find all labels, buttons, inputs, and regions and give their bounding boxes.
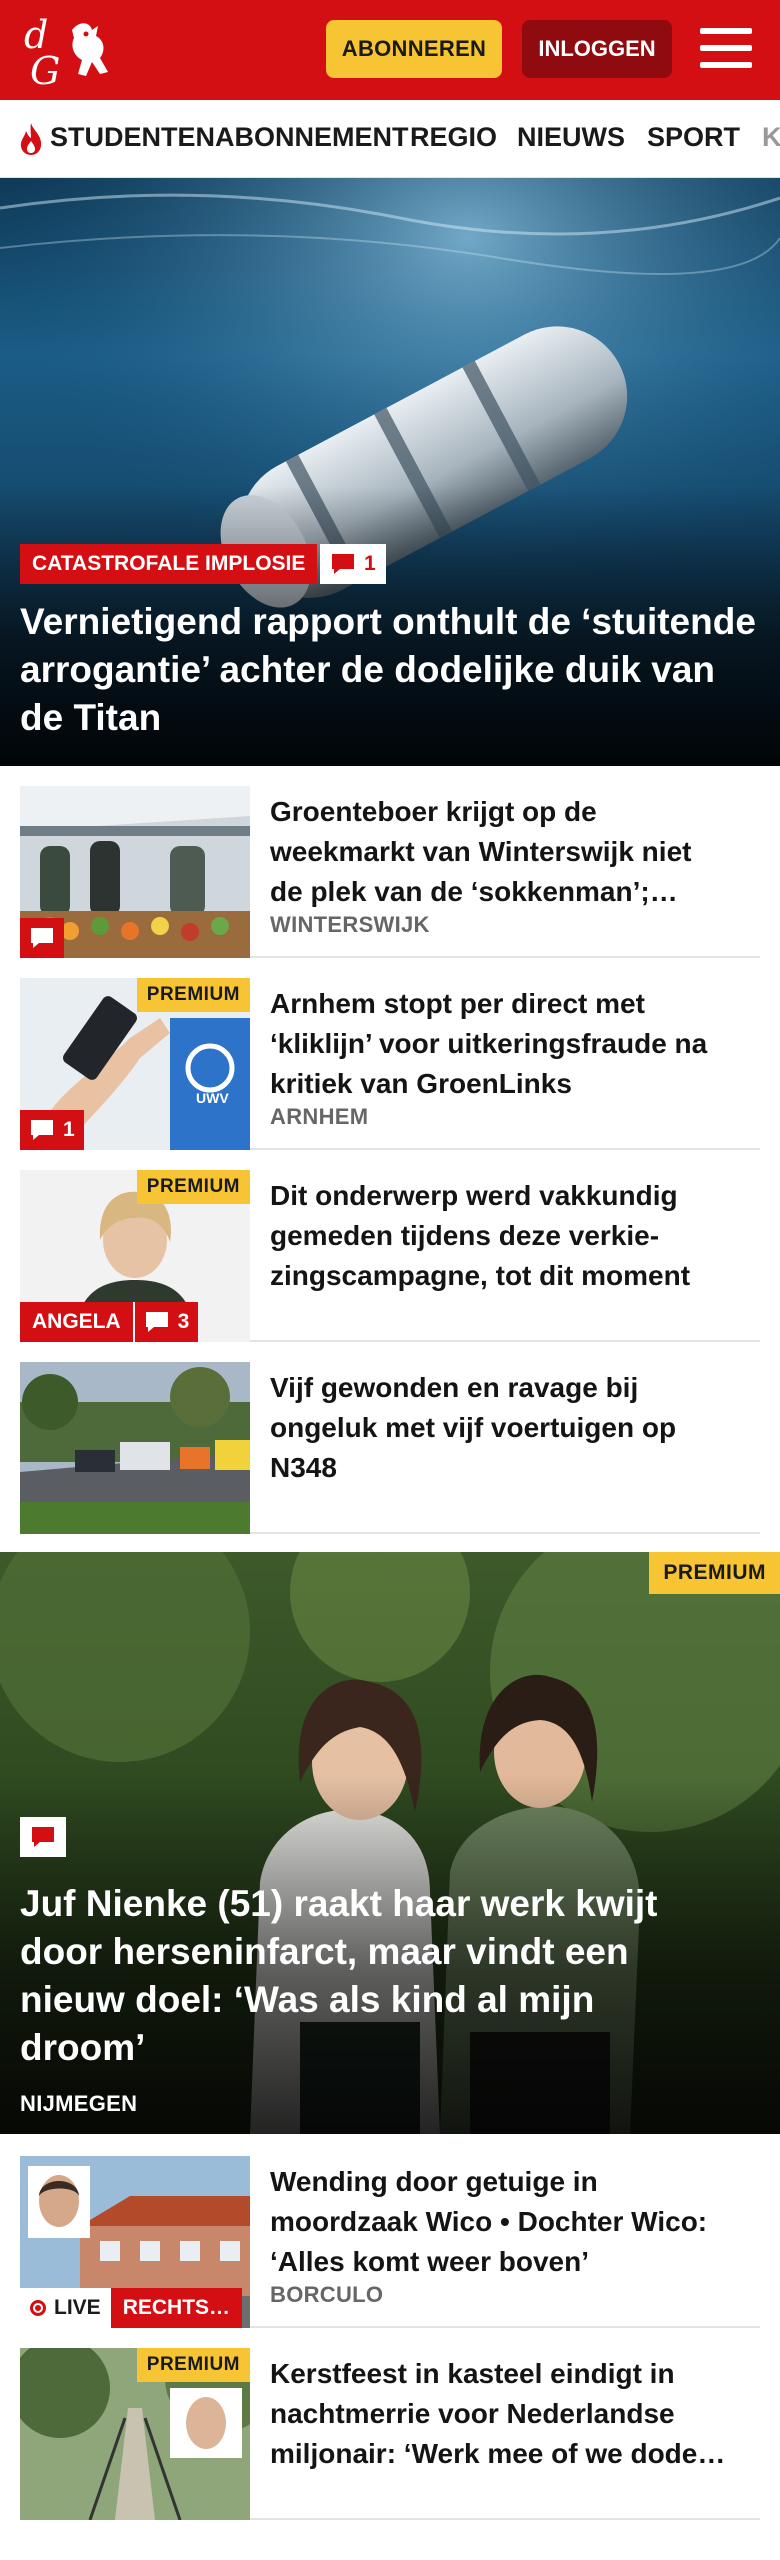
login-button[interactable]: INLOGGEN	[522, 20, 672, 78]
comment-icon	[145, 1312, 168, 1332]
dg-logo[interactable]: d G	[20, 10, 120, 90]
nav-item-sport[interactable]: SPORT	[647, 122, 740, 153]
premium-badge: PREMIUM	[649, 1552, 780, 1594]
article-thumbnail: UWV PREMIUM 1	[20, 978, 250, 1150]
accident-image	[20, 1362, 250, 1534]
article-title[interactable]: Kerstfeest in kasteel eindigt in nachtme…	[270, 2354, 760, 2474]
comment-icon	[31, 1120, 53, 1140]
article-thumbnail: PREMIUM ANGELA 3	[20, 1170, 250, 1342]
article-location: ARNHEM	[270, 1104, 369, 1129]
comment-icon	[332, 554, 354, 574]
nav-item-studentenabonnement[interactable]: STUDENTENABONNEMENT	[50, 122, 409, 153]
live-badge[interactable]: LIVE	[20, 2288, 111, 2328]
featured-location: NIJMEGEN	[20, 2091, 138, 2116]
premium-badge: PREMIUM	[136, 1170, 250, 1204]
featured-title[interactable]: Juf Nienke (51) raakt haar werk kwijt do…	[20, 1880, 760, 2072]
article-thumbnail: PREMIUM	[20, 2348, 250, 2520]
svg-text:G: G	[30, 49, 60, 90]
article-thumbnail: LIVE RECHTS…	[20, 2156, 250, 2328]
thumb-badge: ANGELA 3	[20, 1302, 199, 1342]
premium-badge: PREMIUM	[136, 2348, 250, 2382]
list-item[interactable]: PREMIUM ANGELA 3 Dit onderwerp werd vakk…	[20, 1170, 760, 1342]
comment-icon	[32, 1827, 54, 1847]
section-nav: STUDENTENABONNEMENT REGIO NIEUWS SPORT K	[0, 100, 780, 178]
article-title[interactable]: Vijf gewonden en ravage bij ongeluk met …	[270, 1368, 760, 1488]
live-dot-icon	[30, 2300, 46, 2316]
article-location: WINTERSWIJK	[270, 912, 430, 937]
thumb-comments[interactable]: 1	[20, 1110, 84, 1150]
article-thumbnail	[20, 1362, 250, 1534]
thumb-comments[interactable]: 3	[132, 1302, 199, 1342]
article-location: BORCULO	[270, 2282, 384, 2307]
thumb-badge: 1	[20, 1110, 84, 1150]
article-thumbnail	[20, 786, 250, 958]
svg-text:UWV: UWV	[196, 1090, 229, 1106]
thumb-comments[interactable]	[20, 918, 64, 958]
list-item[interactable]: LIVE RECHTS… Wending door getuige in moo…	[20, 2156, 760, 2328]
article-title[interactable]: Arnhem stopt per direct met ‘kliklijn’ v…	[270, 984, 760, 1104]
comment-count: 3	[177, 1310, 190, 1333]
list-item[interactable]: Vijf gewonden en ravage bij ongeluk met …	[20, 1362, 760, 1534]
nav-item-regio[interactable]: REGIO	[410, 122, 497, 153]
nav-item-nieuws[interactable]: NIEUWS	[517, 122, 625, 153]
thumb-label[interactable]: RECHTS…	[110, 2288, 243, 2328]
list-item[interactable]: PREMIUM Kerstfeest in kasteel eindigt in…	[20, 2348, 760, 2520]
premium-badge: PREMIUM	[136, 978, 250, 1012]
hero-comments[interactable]: 1	[320, 544, 386, 584]
thumb-badge: LIVE RECHTS…	[20, 2288, 243, 2328]
flame-icon	[20, 123, 42, 155]
nav-item-next[interactable]: K	[762, 122, 780, 153]
thumb-label[interactable]: ANGELA	[20, 1302, 133, 1342]
live-label: LIVE	[54, 2296, 101, 2319]
comment-icon	[31, 928, 53, 948]
thumb-badge	[20, 918, 64, 958]
subscribe-button[interactable]: ABONNEREN	[326, 20, 502, 78]
hero-article[interactable]: CATASTROFALE IMPLOSIE 1 Vernietigend rap…	[0, 178, 780, 766]
comment-count: 1	[364, 552, 376, 575]
top-header: d G ABONNEREN INLOGGEN	[0, 0, 780, 100]
hero-title[interactable]: Vernietigend rapport onthult de ‘stuiten…	[20, 598, 760, 742]
comment-count: 1	[63, 1118, 75, 1141]
article-title[interactable]: Groenteboer krijgt op de weekmarkt van W…	[270, 792, 760, 912]
list-item[interactable]: UWV PREMIUM 1 Arnhem stopt per direct me…	[20, 978, 760, 1150]
article-title[interactable]: Dit onderwerp werd vakkundig gemeden tij…	[270, 1176, 760, 1296]
menu-icon[interactable]	[700, 24, 752, 72]
list-item[interactable]: Groenteboer krijgt op de weekmarkt van W…	[20, 786, 760, 958]
article-title[interactable]: Wending door getuige in moordzaak Wico •…	[270, 2162, 760, 2282]
featured-comments[interactable]	[20, 1817, 66, 1857]
hero-tag[interactable]: CATASTROFALE IMPLOSIE	[20, 544, 318, 584]
